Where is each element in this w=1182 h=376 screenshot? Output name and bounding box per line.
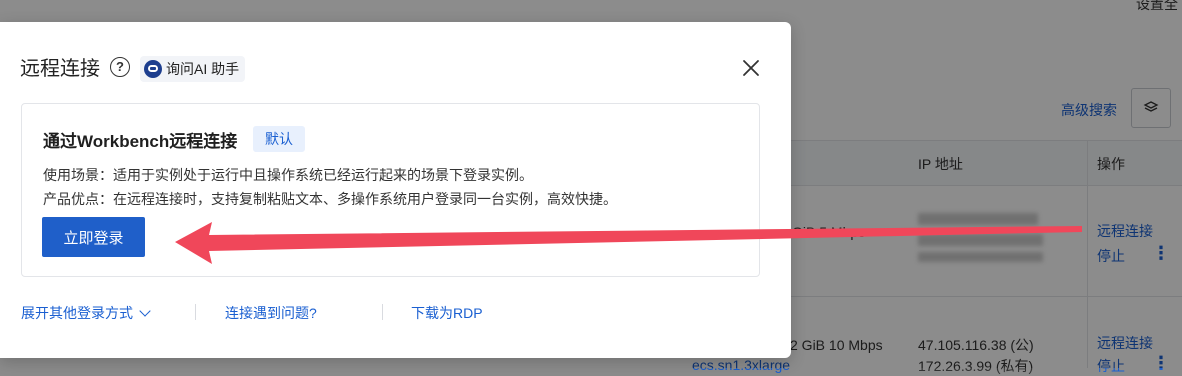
usage-scenario-text: 使用场景：适用于实例处于运行中且操作系统已经运行起来的场景下登录实例。	[43, 167, 533, 183]
footer-divider	[382, 304, 383, 320]
product-advantage-text: 产品优点：在远程连接时，支持复制粘贴文本、多操作系统用户登录同一台实例，高效快捷…	[43, 191, 617, 207]
footer-divider	[195, 304, 196, 320]
remote-connect-dialog: 远程连接 ? 询问AI 助手 通过Workbench远程连接 默认 使用场景：适…	[0, 22, 791, 358]
close-icon[interactable]	[738, 55, 764, 81]
dialog-title: 远程连接	[20, 58, 100, 80]
ask-ai-assistant-button[interactable]: 询问AI 助手	[140, 56, 246, 82]
ask-ai-label: 询问AI 助手	[166, 61, 240, 77]
card-title: 通过Workbench远程连接	[43, 132, 238, 151]
chevron-down-icon	[139, 305, 151, 317]
connection-issue-link[interactable]: 连接遇到问题?	[225, 303, 317, 323]
login-now-button[interactable]: 立即登录	[42, 217, 145, 257]
expand-other-label: 展开其他登录方式	[21, 305, 133, 321]
ai-robot-icon	[144, 60, 162, 78]
expand-other-login-methods[interactable]: 展开其他登录方式	[21, 303, 151, 323]
help-icon[interactable]: ?	[110, 57, 130, 77]
workbench-connect-card: 通过Workbench远程连接 默认 使用场景：适用于实例处于运行中且操作系统已…	[21, 103, 760, 277]
download-rdp-link[interactable]: 下载为RDP	[411, 303, 483, 323]
default-badge: 默认	[253, 126, 305, 152]
